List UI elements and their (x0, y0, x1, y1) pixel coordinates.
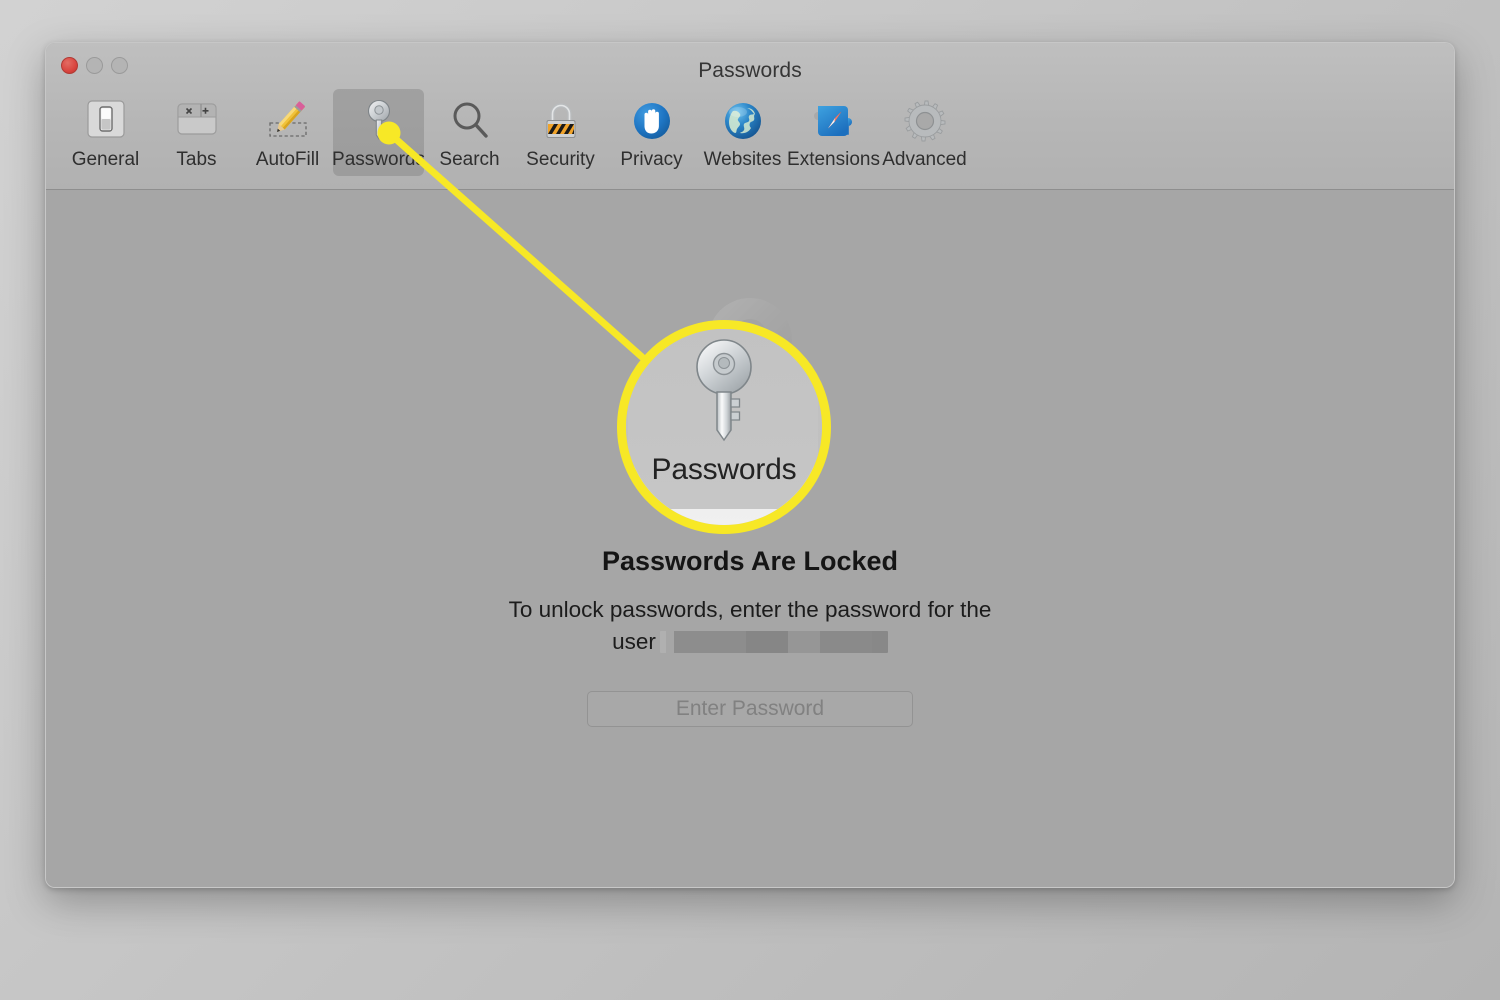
key-icon (660, 288, 840, 468)
preferences-toolbar: General Tabs AutoFill Passwords Search S… (60, 89, 970, 176)
preferences-window: Passwords General Tabs AutoFill Password… (45, 42, 1455, 888)
instructions-user-word: user (612, 629, 656, 654)
tab-security[interactable]: Security (515, 89, 606, 176)
globe-icon (719, 95, 767, 147)
window-titlebar: Passwords General Tabs AutoFill Password… (46, 43, 1454, 190)
tab-tabs[interactable]: Tabs (151, 89, 242, 176)
switch-icon (82, 95, 130, 147)
puzzle-icon (810, 95, 858, 147)
tab-general[interactable]: General (60, 89, 151, 176)
tab-label: Websites (703, 149, 782, 170)
tab-label: Advanced (882, 149, 967, 170)
tab-label: Passwords (332, 149, 425, 170)
passwords-pane: Passwords Passwords Are Locked To unlock… (46, 190, 1454, 887)
key-icon (355, 95, 403, 147)
tab-label: Privacy (620, 149, 683, 170)
tab-label: General (71, 149, 140, 170)
tab-passwords[interactable]: Passwords (332, 89, 425, 176)
tab-label: Extensions (787, 149, 880, 170)
tab-label: Search (439, 149, 500, 170)
instructions-line1: To unlock passwords, enter the password … (508, 597, 992, 622)
enter-password-button[interactable]: Enter Password (587, 691, 913, 727)
magnifier-icon (446, 95, 494, 147)
window-title: Passwords (698, 59, 802, 82)
tab-advanced[interactable]: Advanced (879, 89, 970, 176)
unlock-instructions: To unlock passwords, enter the password … (400, 594, 1100, 658)
tab-autofill[interactable]: AutoFill (242, 89, 333, 176)
tab-websites[interactable]: Websites (697, 89, 788, 176)
redacted-username: ████████████ (659, 631, 888, 653)
tab-privacy[interactable]: Privacy (606, 89, 697, 176)
hand-icon (628, 95, 676, 147)
tab-extensions[interactable]: Extensions (787, 89, 880, 176)
gear-icon (901, 95, 949, 147)
pencil-icon (264, 95, 312, 147)
tab-label: AutoFill (255, 149, 320, 170)
page-title: Passwords Are Locked (601, 546, 899, 576)
padlock-icon (537, 95, 585, 147)
tab-label: Tabs (176, 149, 217, 170)
tabs-icon (173, 95, 221, 147)
tab-search[interactable]: Search (424, 89, 515, 176)
tab-label: Security (526, 149, 595, 170)
